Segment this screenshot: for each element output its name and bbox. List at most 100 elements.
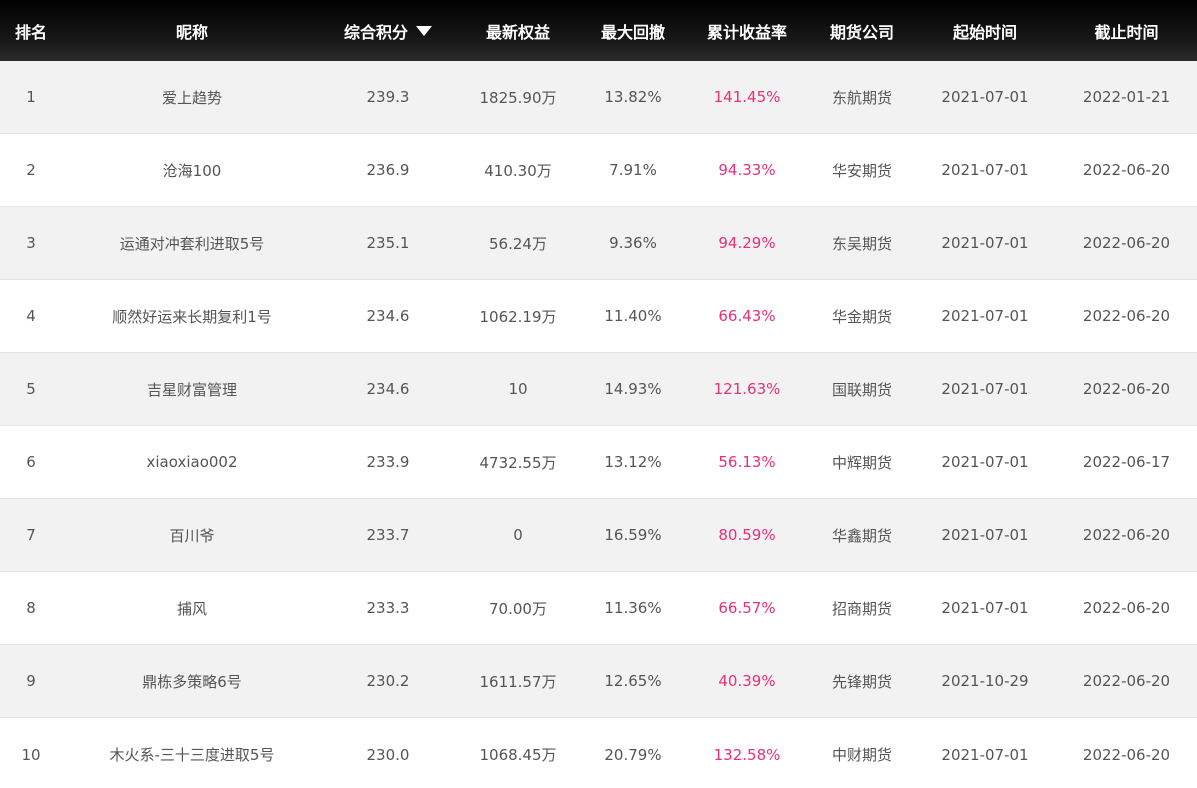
cell-score: 230.2	[366, 672, 410, 690]
cell-drawdown: 11.40%	[604, 307, 662, 325]
cell-equity: 0	[513, 526, 523, 544]
cell-return: 121.63%	[713, 380, 781, 398]
cell-equity: 1068.45万	[479, 746, 557, 764]
header-score-sort[interactable]: 综合积分	[322, 19, 454, 43]
table-row[interactable]: 10 木火系-三十三度进取5号 230.0 1068.45万 20.79% 132.58%…	[0, 718, 1197, 788]
header-drawdown[interactable]: 最大回撤	[582, 19, 684, 43]
cell-rank: 7	[26, 526, 36, 544]
cell-drawdown: 13.12%	[604, 453, 662, 471]
cell-score: 234.6	[366, 380, 410, 398]
cell-score: 235.1	[366, 234, 410, 252]
cell-start: 2021-07-01	[941, 307, 1029, 325]
cell-company: 华金期货	[831, 307, 892, 326]
cell-company: 东航期货	[831, 88, 892, 107]
cell-equity: 70.00万	[489, 599, 547, 618]
cell-name: 木火系-三十三度进取5号	[109, 746, 275, 764]
cell-score: 233.9	[366, 453, 410, 471]
cell-drawdown: 16.59%	[604, 526, 662, 544]
cell-name: 百川爷	[169, 526, 215, 545]
cell-end: 2022-06-20	[1082, 745, 1171, 764]
table-row[interactable]: 9 鼎栋多策略6号 230.2 1611.57万 12.65% 40.39% 先锋期货 202…	[0, 645, 1197, 718]
cell-drawdown: 9.36%	[609, 234, 657, 252]
cell-start: 2021-07-01	[941, 745, 1029, 764]
cell-start: 2021-07-01	[941, 161, 1029, 179]
cell-equity: 1611.57万	[479, 672, 557, 691]
header-start[interactable]: 起始时间	[914, 19, 1056, 43]
cell-company: 先锋期货	[831, 672, 892, 691]
cell-company: 国联期货	[831, 380, 892, 399]
cell-return: 66.43%	[718, 307, 776, 325]
cell-rank: 6	[26, 453, 36, 471]
cell-start: 2021-07-01	[941, 380, 1029, 398]
cell-name: 吉星财富管理	[146, 380, 237, 399]
cell-rank: 4	[26, 307, 36, 325]
cell-drawdown: 20.79%	[604, 745, 662, 764]
cell-rank: 10	[21, 745, 41, 764]
cell-company: 华鑫期货	[831, 526, 892, 545]
cell-start: 2021-07-01	[941, 599, 1029, 617]
cell-start: 2021-07-01	[941, 453, 1029, 471]
cell-company: 华安期货	[831, 161, 892, 180]
cell-score: 239.3	[366, 88, 410, 106]
cell-company: 中财期货	[831, 746, 892, 764]
cell-start: 2021-07-01	[941, 88, 1029, 106]
cell-end: 2022-06-20	[1082, 307, 1171, 325]
cell-return: 94.29%	[718, 234, 776, 252]
table-header: 排名 昵称 综合积分 最新权益 最大回撤 累计收益率 期货公司 起始时间 截止时…	[0, 0, 1197, 61]
cell-name: xiaoxiao002	[146, 453, 238, 471]
header-end[interactable]: 截止时间	[1056, 19, 1197, 43]
cell-rank: 1	[26, 88, 36, 106]
table-row[interactable]: 8 捕风 233.3 70.00万 11.36% 66.57% 招商期货 2021-07-01…	[0, 572, 1197, 645]
cell-name: 沧海100	[162, 161, 222, 180]
cell-company: 东吴期货	[831, 234, 892, 253]
cell-name: 爱上趋势	[161, 88, 222, 107]
cell-company: 招商期货	[831, 599, 892, 618]
header-score-label: 综合积分	[343, 22, 408, 42]
cell-name: 运通对冲套利进取5号	[119, 234, 265, 253]
table-row[interactable]: 1 爱上趋势 239.3 1825.90万 13.82% 141.45% 东航期货 2021-…	[0, 61, 1197, 134]
cell-start: 2021-07-01	[941, 234, 1029, 252]
cell-score: 233.3	[366, 599, 410, 617]
table-row[interactable]: 5 吉星财富管理 234.6 10 14.93% 121.63% 国联期货 2021-07-0…	[0, 353, 1197, 426]
cell-end: 2022-06-20	[1082, 380, 1171, 398]
cell-rank: 3	[26, 234, 36, 252]
cell-equity: 1825.90万	[479, 88, 557, 107]
cell-start: 2021-10-29	[941, 672, 1029, 690]
cell-return: 80.59%	[718, 526, 776, 544]
header-rank[interactable]: 排名	[0, 19, 62, 43]
header-company[interactable]: 期货公司	[810, 19, 914, 43]
cell-rank: 9	[26, 672, 36, 690]
cell-score: 233.7	[366, 526, 410, 544]
cell-rank: 5	[26, 380, 36, 398]
cell-score: 236.9	[366, 161, 410, 179]
header-equity[interactable]: 最新权益	[454, 19, 582, 43]
table-row[interactable]: 7 百川爷 233.7 0 16.59% 80.59% 华鑫期货 2021-07-01 2022…	[0, 499, 1197, 572]
table-row[interactable]: 3 运通对冲套利进取5号 235.1 56.24万 9.36% 94.29% 东吴期货 202…	[0, 207, 1197, 280]
cell-rank: 2	[26, 161, 36, 179]
cell-drawdown: 12.65%	[604, 672, 662, 690]
table-body: 1 爱上趋势 239.3 1825.90万 13.82% 141.45% 东航期货 2021-…	[0, 61, 1197, 788]
cell-end: 2022-06-20	[1082, 672, 1171, 690]
header-return[interactable]: 累计收益率	[684, 19, 810, 43]
table-row[interactable]: 6 xiaoxiao002 233.9 4732.55万 13.12% 56.13% 中辉期…	[0, 426, 1197, 499]
cell-end: 2022-01-21	[1082, 88, 1171, 106]
cell-drawdown: 14.93%	[604, 380, 662, 398]
table-row[interactable]: 4 顺然好运来长期复利1号 234.6 1062.19万 11.40% 66.43% 华金期…	[0, 280, 1197, 353]
cell-equity: 1062.19万	[479, 307, 557, 326]
cell-return: 40.39%	[718, 672, 776, 690]
cell-equity: 10	[508, 380, 528, 398]
triangle-down-icon[interactable]	[416, 25, 432, 36]
table-row[interactable]: 2 沧海100 236.9 410.30万 7.91% 94.33% 华安期货 2021-07…	[0, 134, 1197, 207]
header-name[interactable]: 昵称	[62, 19, 322, 43]
cell-return: 56.13%	[718, 453, 776, 471]
cell-name: 顺然好运来长期复利1号	[112, 307, 272, 326]
cell-score: 230.0	[366, 745, 410, 764]
cell-drawdown: 13.82%	[604, 88, 662, 106]
cell-drawdown: 11.36%	[604, 599, 662, 617]
cell-end: 2022-06-20	[1082, 161, 1171, 179]
cell-name: 鼎栋多策略6号	[142, 672, 242, 691]
cell-drawdown: 7.91%	[609, 161, 657, 179]
cell-end: 2022-06-20	[1082, 234, 1171, 252]
cell-end: 2022-06-20	[1082, 526, 1171, 544]
cell-score: 234.6	[366, 307, 410, 325]
